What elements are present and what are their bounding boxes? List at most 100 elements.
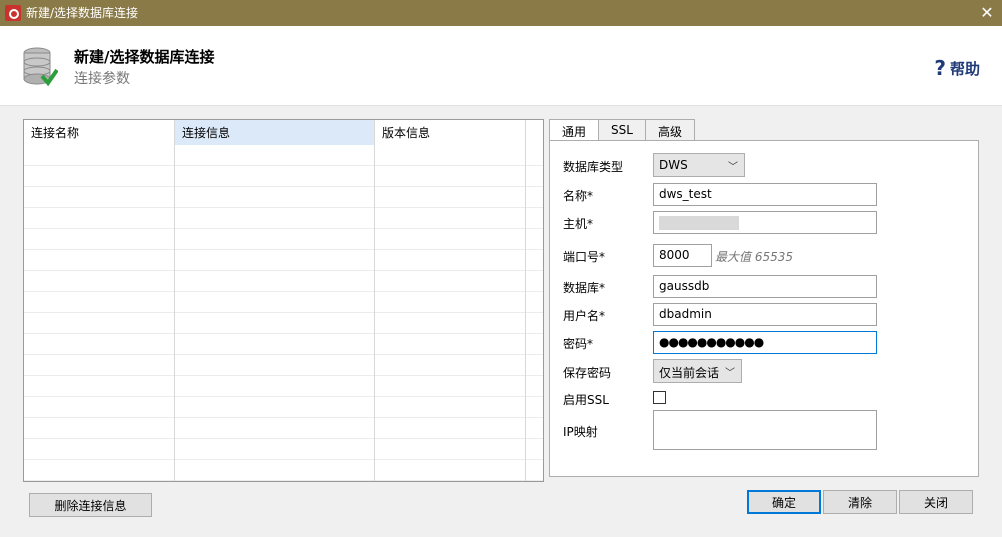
table-row[interactable]: [24, 145, 543, 166]
column-header-connection-info[interactable]: 连接信息: [175, 120, 375, 145]
ip-mapping-textarea[interactable]: [653, 410, 877, 450]
table-row[interactable]: [24, 439, 543, 460]
table-cell: [526, 334, 543, 355]
table-cell: [175, 208, 375, 229]
table-cell: [24, 355, 175, 376]
name-field[interactable]: dws_test: [653, 183, 877, 206]
tab-general[interactable]: 通用: [549, 119, 600, 142]
table-cell: [526, 376, 543, 397]
table-cell: [526, 355, 543, 376]
table-cell: [526, 397, 543, 418]
table-cell: [24, 397, 175, 418]
table-row[interactable]: [24, 334, 543, 355]
table-cell: [175, 460, 375, 481]
port-label: 端口号*: [563, 250, 606, 264]
host-redacted-value: [659, 215, 739, 230]
table-cell: [526, 418, 543, 439]
close-button[interactable]: 关闭: [899, 490, 973, 514]
clear-button[interactable]: 清除: [823, 490, 897, 514]
table-cell: [526, 145, 543, 166]
db-type-value: DWS: [659, 158, 688, 172]
table-row[interactable]: [24, 229, 543, 250]
username-field[interactable]: dbadmin: [653, 303, 877, 326]
column-header-version-info[interactable]: 版本信息: [375, 120, 526, 145]
table-cell: [175, 418, 375, 439]
table-cell: [375, 334, 526, 355]
table-cell: [24, 229, 175, 250]
table-row[interactable]: [24, 166, 543, 187]
table-cell: [526, 271, 543, 292]
table-cell: [375, 166, 526, 187]
ok-button[interactable]: 确定: [747, 490, 821, 514]
table-cell: [375, 292, 526, 313]
table-cell: [375, 313, 526, 334]
table-cell: [175, 439, 375, 460]
table-cell: [175, 397, 375, 418]
table-cell: [175, 334, 375, 355]
table-cell: [24, 292, 175, 313]
chevron-down-icon: ﹀: [728, 162, 738, 173]
table-cell: [24, 208, 175, 229]
table-row[interactable]: [24, 418, 543, 439]
table-cell: [24, 334, 175, 355]
table-row[interactable]: [24, 397, 543, 418]
delete-connection-button[interactable]: 删除连接信息: [29, 493, 152, 517]
table-cell: [526, 313, 543, 334]
table-cell: [175, 313, 375, 334]
table-cell: [526, 166, 543, 187]
table-cell: [24, 439, 175, 460]
table-row[interactable]: [24, 187, 543, 208]
enable-ssl-label: 启用SSL: [563, 393, 609, 407]
database-icon: [23, 47, 58, 87]
save-password-select[interactable]: 仅当前会话 ﹀: [653, 359, 742, 383]
close-icon[interactable]: ✕: [972, 0, 1002, 26]
table-row[interactable]: [24, 292, 543, 313]
db-type-select[interactable]: DWS ﹀: [653, 153, 745, 177]
table-cell: [175, 250, 375, 271]
table-row[interactable]: [24, 376, 543, 397]
table-cell: [24, 376, 175, 397]
tab-ssl[interactable]: SSL: [598, 119, 646, 141]
table-row[interactable]: [24, 460, 543, 481]
table-cell: [375, 271, 526, 292]
connections-table[interactable]: 连接名称 连接信息 版本信息: [23, 119, 544, 482]
port-field[interactable]: 8000: [653, 244, 712, 267]
table-cell: [375, 250, 526, 271]
ip-mapping-label: IP映射: [563, 425, 598, 439]
password-field[interactable]: ●●●●●●●●●●●: [653, 331, 877, 354]
table-cell: [24, 250, 175, 271]
table-cell: [375, 460, 526, 481]
table-row[interactable]: [24, 355, 543, 376]
database-field[interactable]: gaussdb: [653, 275, 877, 298]
connection-settings-panel: 通用 SSL 高级 数据库类型 DWS ﹀ 名称* dws_test 主机* 端…: [549, 119, 979, 477]
help-link[interactable]: ? 帮助: [934, 56, 980, 80]
tab-advanced[interactable]: 高级: [644, 119, 695, 141]
dialog-header: 新建/选择数据库连接 连接参数 ? 帮助: [0, 26, 1002, 106]
table-row[interactable]: [24, 250, 543, 271]
table-cell: [175, 292, 375, 313]
table-cell: [24, 166, 175, 187]
help-icon: ?: [934, 56, 946, 80]
table-row[interactable]: [24, 271, 543, 292]
column-header-connection-name[interactable]: 连接名称: [24, 120, 175, 145]
table-cell: [375, 439, 526, 460]
window-title: 新建/选择数据库连接: [26, 6, 139, 20]
table-cell: [24, 460, 175, 481]
username-label: 用户名*: [563, 309, 606, 323]
tab-bar: 通用 SSL 高级: [549, 119, 695, 142]
table-cell: [175, 355, 375, 376]
table-body: [24, 145, 543, 481]
table-cell: [24, 145, 175, 166]
host-field[interactable]: [653, 211, 877, 234]
enable-ssl-checkbox[interactable]: [653, 391, 666, 404]
table-row[interactable]: [24, 313, 543, 334]
db-type-label: 数据库类型: [563, 160, 624, 174]
dialog-title: 新建/选择数据库连接: [74, 48, 215, 66]
table-row[interactable]: [24, 208, 543, 229]
chevron-down-icon: ﹀: [725, 368, 735, 379]
table-cell: [375, 376, 526, 397]
table-cell: [526, 439, 543, 460]
table-cell: [175, 166, 375, 187]
column-header-spacer: [526, 120, 543, 145]
general-tab-content: 数据库类型 DWS ﹀ 名称* dws_test 主机* 端口号* 8000 最…: [549, 140, 979, 477]
